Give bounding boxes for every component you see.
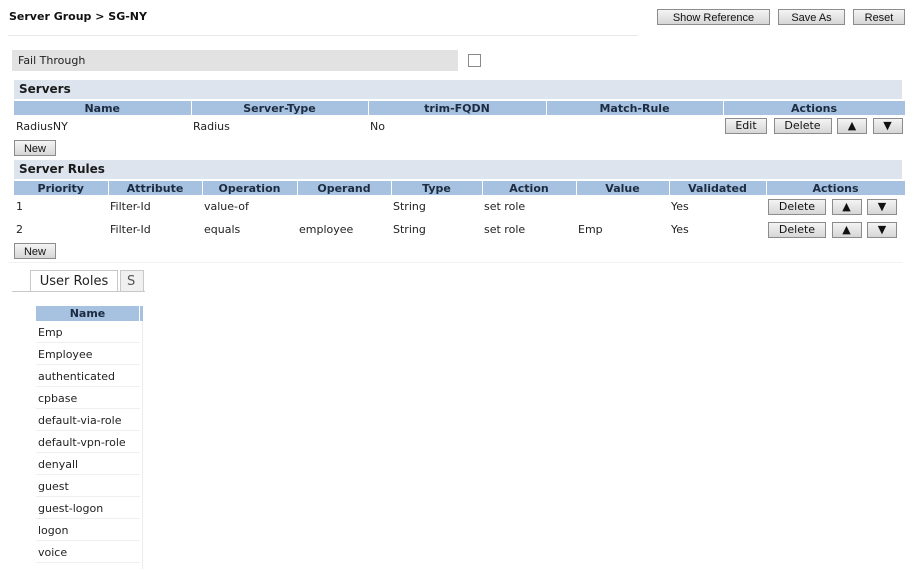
servers-header-row: Name Server-Type trim-FQDN Match-Rule Ac… xyxy=(14,101,906,115)
server-actions: Edit Delete ▲ ▼ xyxy=(723,115,905,137)
roles-divider xyxy=(142,321,143,569)
tab-user-roles[interactable]: User Roles xyxy=(30,270,118,292)
roles-header-edge xyxy=(140,306,143,321)
col-server-type: Server-Type xyxy=(191,101,369,115)
edit-button[interactable]: Edit xyxy=(725,118,767,134)
table-row: 2 Filter-Id equals employee String set r… xyxy=(14,218,905,241)
col-name: Name xyxy=(14,101,192,115)
list-item[interactable]: logon xyxy=(36,520,140,541)
rule-actions: Delete ▲ ▼ xyxy=(766,195,905,218)
rule-value xyxy=(576,195,669,218)
server-trim-fqdn: No xyxy=(370,119,385,133)
move-up-icon[interactable]: ▲ xyxy=(831,198,862,215)
delete-button[interactable]: Delete xyxy=(768,198,826,215)
rule-attribute: Filter-Id xyxy=(110,223,151,236)
reset-button[interactable]: Reset xyxy=(853,9,905,25)
rule-priority: 2 xyxy=(16,223,23,236)
rule-attribute: Filter-Id xyxy=(110,200,151,213)
col-match-rule: Match-Rule xyxy=(546,101,724,115)
col-trim-fqdn: trim-FQDN xyxy=(368,101,547,115)
list-item[interactable]: Emp xyxy=(36,322,140,343)
move-down-icon[interactable]: ▼ xyxy=(867,221,897,238)
server-rules-table: Priority Attribute Operation Operand Typ… xyxy=(14,181,906,241)
list-item[interactable]: default-via-role xyxy=(36,410,140,431)
rules-header-row: Priority Attribute Operation Operand Typ… xyxy=(14,181,906,195)
save-as-button[interactable]: Save As xyxy=(778,9,845,25)
servers-table: Name Server-Type trim-FQDN Match-Rule Ac… xyxy=(14,101,906,137)
col-priority: Priority xyxy=(14,181,109,195)
list-item[interactable]: default-vpn-role xyxy=(36,432,140,453)
col-type: Type xyxy=(391,181,483,195)
move-up-icon[interactable]: ▲ xyxy=(837,118,867,134)
fail-through-label: Fail Through xyxy=(12,50,458,71)
header-divider xyxy=(8,35,638,36)
rule-operation: value-of xyxy=(204,200,249,213)
col-action: Action xyxy=(482,181,577,195)
rule-priority: 1 xyxy=(16,200,23,213)
move-down-icon[interactable]: ▼ xyxy=(867,198,897,215)
show-reference-button[interactable]: Show Reference xyxy=(657,9,770,25)
rule-operation: equals xyxy=(204,223,241,236)
rule-validated: Yes xyxy=(671,223,689,236)
server-type: Radius xyxy=(193,119,230,133)
delete-button[interactable]: Delete xyxy=(773,118,832,134)
col-validated: Validated xyxy=(669,181,767,195)
server-rules-section-title: Server Rules xyxy=(14,160,902,179)
server-name: RadiusNY xyxy=(16,119,68,133)
servers-new-button[interactable]: New xyxy=(14,140,56,156)
col-value: Value xyxy=(576,181,670,195)
rule-action: set role xyxy=(484,223,526,236)
col-operation: Operation xyxy=(202,181,298,195)
list-item[interactable]: authenticated xyxy=(36,366,140,387)
table-row: RadiusNY Radius No Edit Delete ▲ ▼ xyxy=(14,115,905,137)
col-operand: Operand xyxy=(297,181,392,195)
server-match-rule xyxy=(546,115,723,137)
list-item[interactable]: denyall xyxy=(36,454,140,475)
page-title: Server Group > SG-NY xyxy=(9,10,147,23)
list-item[interactable]: voice xyxy=(36,542,140,563)
servers-section-title: Servers xyxy=(14,80,902,99)
tab-second[interactable]: S xyxy=(120,270,144,292)
list-item[interactable]: guest-logon xyxy=(36,498,140,519)
list-item[interactable]: guest xyxy=(36,476,140,497)
table-row: 1 Filter-Id value-of String set role Yes… xyxy=(14,195,905,218)
rule-actions: Delete ▲ ▼ xyxy=(766,218,905,241)
roles-name-header: Name xyxy=(36,306,139,321)
rule-value: Emp xyxy=(578,223,603,236)
rules-new-button[interactable]: New xyxy=(14,243,56,259)
fail-through-checkbox[interactable] xyxy=(468,54,481,67)
tab-underline xyxy=(12,291,145,292)
col-attribute: Attribute xyxy=(108,181,203,195)
move-down-icon[interactable]: ▼ xyxy=(872,118,903,134)
list-item[interactable]: Employee xyxy=(36,344,140,365)
list-item[interactable]: cpbase xyxy=(36,388,140,409)
col-actions: Actions xyxy=(723,101,906,115)
rule-operand xyxy=(297,195,391,218)
rule-validated: Yes xyxy=(671,200,689,213)
rule-action: set role xyxy=(484,200,526,213)
col-rule-actions: Actions xyxy=(766,181,906,195)
delete-button[interactable]: Delete xyxy=(768,221,826,238)
move-up-icon[interactable]: ▲ xyxy=(831,221,862,238)
rules-divider xyxy=(8,262,903,263)
rule-type: String xyxy=(393,200,426,213)
rule-type: String xyxy=(393,223,426,236)
rule-operand: employee xyxy=(299,223,354,236)
